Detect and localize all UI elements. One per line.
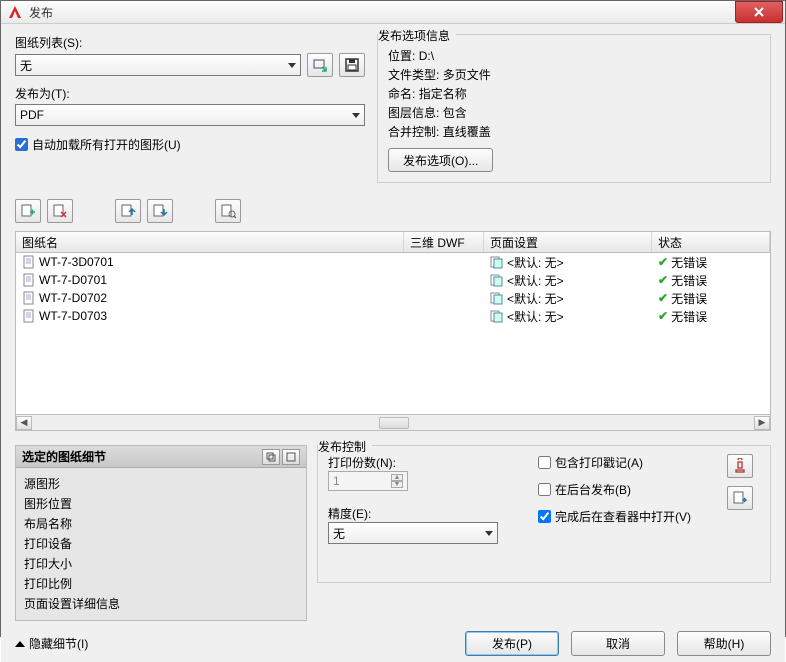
stamp-settings-button[interactable] [727,454,753,478]
detail-line: 图形位置 [24,494,298,514]
content-area: 图纸列表(S): 无 发布为(T): PDF [1,24,785,662]
sheet-details-panel: 选定的图纸细节 源图形图形位置布局名称打印设备打印大小打印比例页面设置详细信息 [15,445,307,621]
details-header-title: 选定的图纸细节 [22,448,106,465]
col-sheet-name[interactable]: 图纸名 [16,232,404,252]
publish-as-select[interactable]: PDF [15,104,365,126]
scroll-left-arrow[interactable]: ◀ [16,416,32,430]
pubctrl-legend: 发布控制 [318,438,372,455]
preview-button[interactable] [215,199,241,223]
include-stamp-checkbox[interactable] [538,456,551,469]
help-button[interactable]: 帮助(H) [677,631,771,656]
table-row[interactable]: WT-7-D0703<默认: 无>✔无错误 [16,307,770,325]
spin-down-icon[interactable]: ▼ [391,481,403,488]
scroll-right-arrow[interactable]: ▶ [754,416,770,430]
publish-button[interactable]: 发布(P) [465,631,559,656]
autoload-label: 自动加载所有打开的图形(U) [32,136,181,153]
add-sheet-button[interactable] [15,199,41,223]
spin-up-icon[interactable]: ▲ [391,474,403,481]
autocad-icon [7,4,23,20]
titlebar: 发布 [1,1,785,24]
sheet-list-select[interactable]: 无 [15,54,301,76]
close-button[interactable] [735,1,783,23]
details-expand-button[interactable] [282,449,300,465]
save-sheet-button[interactable] [339,53,365,77]
chevron-down-icon [288,63,296,68]
publish-as-label: 发布为(T): [15,85,365,102]
scroll-thumb[interactable] [379,417,409,429]
table-row[interactable]: WT-7-D0702<默认: 无>✔无错误 [16,289,770,307]
import-sheet-button[interactable] [307,53,333,77]
horizontal-scrollbar[interactable]: ◀ ▶ [15,415,771,431]
detail-line: 源图形 [24,474,298,494]
col-page-setup[interactable]: 页面设置 [484,232,652,252]
publish-dialog: 发布 图纸列表(S): 无 [0,0,786,637]
detail-line: 布局名称 [24,514,298,534]
grid-header: 图纸名 三维 DWF 页面设置 状态 [15,231,771,253]
details-copy-button[interactable] [262,449,280,465]
sheet-list-label: 图纸列表(S): [15,34,365,51]
cancel-button[interactable]: 取消 [571,631,665,656]
move-down-button[interactable] [147,199,173,223]
sheet-grid: 图纸名 三维 DWF 页面设置 状态 WT-7-3D0701<默认: 无>✔无错… [15,231,771,431]
detail-line: 打印大小 [24,554,298,574]
open-viewer-checkbox[interactable] [538,510,551,523]
detail-line: 打印比例 [24,574,298,594]
table-row[interactable]: WT-7-D0701<默认: 无>✔无错误 [16,271,770,289]
pubinfo-legend: 发布选项信息 [378,27,456,44]
grid-body[interactable]: WT-7-3D0701<默认: 无>✔无错误WT-7-D0701<默认: 无>✔… [15,253,771,415]
background-settings-button[interactable] [727,486,753,510]
details-body: 源图形图形位置布局名称打印设备打印大小打印比例页面设置详细信息 [16,468,306,620]
col-status[interactable]: 状态 [652,232,770,252]
footer: 隐藏细节(I) 发布(P) 取消 帮助(H) [15,631,771,656]
autoload-checkbox[interactable] [15,138,28,151]
precision-select[interactable]: 无 [328,522,498,544]
remove-sheet-button[interactable] [47,199,73,223]
copies-input[interactable]: 1 ▲▼ [328,471,408,491]
detail-line: 页面设置详细信息 [24,594,298,614]
publish-options-button[interactable]: 发布选项(O)... [388,148,493,172]
sheet-toolbar [15,199,771,223]
precision-label: 精度(E): [328,505,518,522]
table-row[interactable]: WT-7-3D0701<默认: 无>✔无错误 [16,253,770,271]
col-3d-dwf[interactable]: 三维 DWF [404,232,484,252]
move-up-button[interactable] [115,199,141,223]
chevron-down-icon [485,531,493,536]
detail-line: 打印设备 [24,534,298,554]
window-title: 发布 [29,4,735,21]
copies-label: 打印份数(N): [328,454,518,471]
triangle-up-icon [15,641,25,647]
close-icon [753,6,765,18]
hide-details-toggle[interactable]: 隐藏细节(I) [15,635,88,652]
background-publish-checkbox[interactable] [538,483,551,496]
chevron-down-icon [352,113,360,118]
